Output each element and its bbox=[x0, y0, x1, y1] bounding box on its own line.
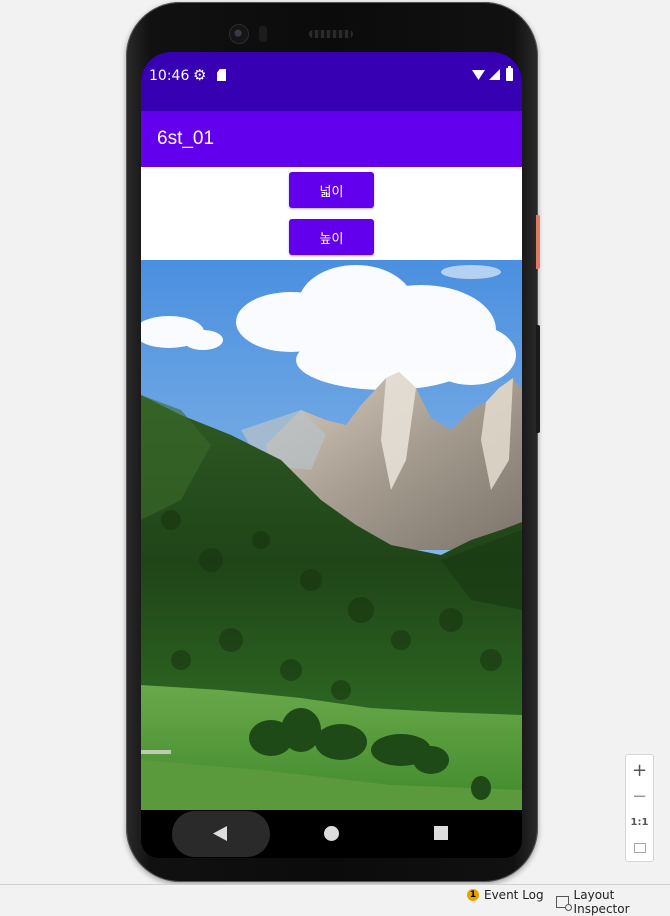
power-button[interactable] bbox=[536, 215, 540, 269]
event-log-label: Event Log bbox=[484, 888, 544, 902]
front-camera bbox=[229, 24, 249, 44]
event-log-tab[interactable]: 1 Event Log bbox=[467, 888, 544, 902]
proximity-sensor bbox=[259, 26, 267, 42]
home-icon[interactable] bbox=[324, 826, 339, 841]
status-bar: 10:46 ⚙ bbox=[141, 52, 522, 111]
event-log-badge: 1 bbox=[467, 889, 479, 901]
layout-inspector-icon bbox=[556, 896, 572, 911]
signal-icon bbox=[489, 69, 500, 80]
recents-icon[interactable] bbox=[434, 826, 448, 840]
main-content: 넓이 높이 bbox=[141, 167, 522, 858]
gear-icon: ⚙ bbox=[193, 66, 207, 84]
navigation-bar bbox=[141, 810, 522, 858]
height-button[interactable]: 높이 bbox=[289, 219, 374, 255]
device-screen: 10:46 ⚙ 6st_01 넓이 높이 bbox=[141, 52, 522, 858]
status-time: 10:46 bbox=[149, 68, 190, 84]
wifi-icon bbox=[472, 70, 485, 80]
zoom-out-button[interactable]: − bbox=[626, 783, 653, 809]
landscape-image bbox=[141, 260, 522, 810]
battery-icon bbox=[506, 66, 513, 81]
fit-screen-button[interactable] bbox=[626, 835, 653, 861]
bottom-tool-strip: 1 Event Log Layout Inspector bbox=[0, 884, 670, 916]
app-bar: 6st_01 bbox=[141, 111, 522, 167]
fit-screen-icon bbox=[633, 843, 646, 853]
earpiece-speaker bbox=[309, 30, 353, 38]
layout-inspector-tab[interactable]: Layout Inspector bbox=[556, 888, 670, 916]
layout-inspector-label: Layout Inspector bbox=[573, 888, 630, 916]
actual-size-button[interactable]: 1:1 bbox=[626, 809, 653, 835]
volume-rocker[interactable] bbox=[536, 325, 540, 433]
app-title: 6st_01 bbox=[157, 128, 215, 149]
zoom-in-button[interactable]: + bbox=[626, 757, 653, 783]
width-button[interactable]: 넓이 bbox=[289, 172, 374, 208]
zoom-controls: + − 1:1 bbox=[625, 754, 654, 862]
sd-card-icon bbox=[217, 69, 226, 81]
